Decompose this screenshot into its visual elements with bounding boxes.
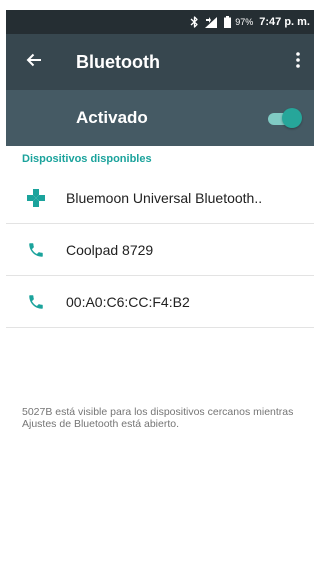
switch-label: Activado (76, 108, 148, 127)
app-bar: Bluetooth (6, 34, 314, 90)
signal-icon (205, 16, 218, 28)
gamepad-icon (6, 188, 66, 208)
overflow-menu-button[interactable] (282, 34, 314, 90)
phone-icon (6, 241, 66, 259)
status-bar: 97% 7:47 p. m. (6, 10, 314, 34)
device-name: Coolpad 8729 (66, 241, 154, 258)
device-name: Bluemoon Universal Bluetooth.. (66, 189, 263, 206)
bluetooth-settings-screen: 97% 7:47 p. m. Bluetooth Activado Dispos… (0, 0, 320, 569)
phone-icon (6, 293, 66, 311)
available-devices-list: Bluemoon Universal Bluetooth.. Coolpad 8… (6, 172, 314, 328)
back-button[interactable] (6, 34, 62, 90)
bluetooth-status-icon (190, 16, 199, 28)
arrow-back-icon (26, 53, 42, 72)
visibility-notice: 5027B está visible para los dispositivos… (22, 406, 294, 430)
bluetooth-toggle[interactable] (266, 107, 302, 129)
page-title: Bluetooth (76, 51, 160, 72)
clock: 7:47 p. m. (259, 16, 310, 28)
available-devices-header: Dispositivos disponibles (22, 153, 152, 165)
bluetooth-switch-bar[interactable]: Activado (6, 90, 314, 146)
battery-icon: 97% (224, 16, 253, 28)
toggle-thumb (282, 108, 302, 128)
battery-percentage: 97% (235, 17, 254, 27)
device-item-bluemoon[interactable]: Bluemoon Universal Bluetooth.. (6, 172, 314, 224)
device-item-mac-address[interactable]: 00:A0:C6:CC:F4:B2 (6, 276, 314, 328)
device-name: 00:A0:C6:CC:F4:B2 (66, 293, 190, 310)
device-item-coolpad[interactable]: Coolpad 8729 (6, 224, 314, 276)
more-vert-icon (296, 51, 300, 73)
